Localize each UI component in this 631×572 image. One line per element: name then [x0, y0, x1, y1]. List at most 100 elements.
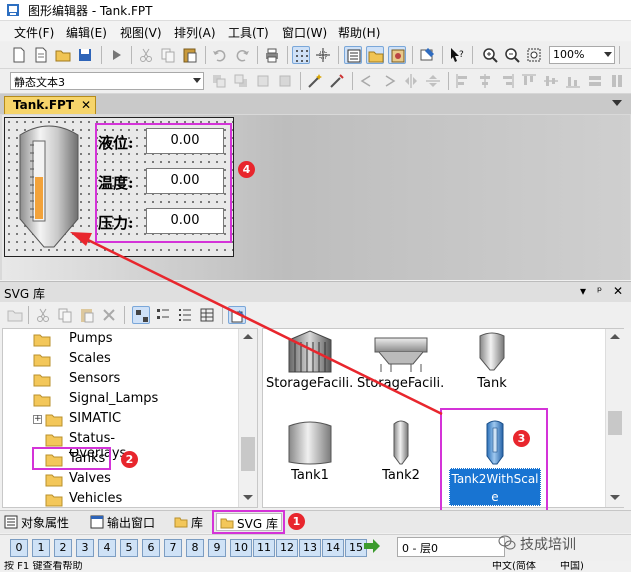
tab-library[interactable]: 库 [174, 513, 214, 531]
align-left-button[interactable] [454, 72, 472, 90]
same-height-button[interactable] [608, 72, 626, 90]
library-item-storage-silo[interactable]: StorageFacili... [266, 330, 354, 391]
preview-toggle-button[interactable] [228, 306, 246, 324]
zoom-dropdown[interactable]: 100% [549, 46, 615, 64]
new-file-button[interactable] [10, 46, 28, 64]
wand-button[interactable] [306, 72, 324, 90]
wand2-button[interactable] [328, 72, 346, 90]
layer-button-2[interactable]: 2 [54, 539, 72, 557]
align-middle-button[interactable] [542, 72, 560, 90]
zoom-select-button[interactable] [525, 46, 543, 64]
layer-button-12[interactable]: 12 [276, 539, 298, 557]
menu-tools[interactable]: 工具(T) [228, 24, 269, 41]
menu-arrange[interactable]: 排列(A) [174, 24, 216, 41]
scroll-up-icon[interactable] [610, 334, 620, 339]
zoom-in-button[interactable] [481, 46, 499, 64]
menu-file[interactable]: 文件(F) [14, 24, 54, 41]
object-selector-dropdown[interactable]: 静态文本3 [10, 72, 204, 90]
align-top-button[interactable] [520, 72, 538, 90]
tab-output-window[interactable]: 输出窗口 [90, 513, 170, 531]
script-button[interactable] [418, 46, 436, 64]
layer-arrow-right-icon[interactable] [363, 538, 381, 554]
layer-button-0[interactable]: 0 [10, 539, 28, 557]
print-button[interactable] [263, 46, 281, 64]
undo-button[interactable] [211, 46, 229, 64]
scroll-down-icon[interactable] [243, 495, 253, 500]
new-doc-button[interactable] [32, 46, 50, 64]
tree-scrollbar[interactable] [238, 329, 257, 507]
layer-button-5[interactable]: 5 [120, 539, 138, 557]
library-view-button[interactable] [366, 46, 384, 64]
layer-button-6[interactable]: 6 [142, 539, 160, 557]
snap-button[interactable] [314, 46, 332, 64]
close-tab-icon[interactable]: ✕ [81, 98, 91, 112]
run-button[interactable] [107, 46, 125, 64]
cut-button[interactable] [137, 46, 155, 64]
backward-button[interactable] [276, 72, 294, 90]
rotate-right-button[interactable] [380, 72, 398, 90]
library-item-tank2[interactable]: Tank2 [357, 418, 445, 483]
lib-new-folder-button[interactable] [6, 306, 24, 324]
large-icons-view-button[interactable] [132, 306, 150, 324]
zoom-out-button[interactable] [503, 46, 521, 64]
grid-toggle-button[interactable] [292, 46, 310, 64]
object-view-button[interactable] [388, 46, 406, 64]
layer-button-11[interactable]: 11 [253, 539, 275, 557]
scroll-up-icon[interactable] [243, 334, 253, 339]
redo-button[interactable] [233, 46, 251, 64]
layer-button-4[interactable]: 4 [98, 539, 116, 557]
menu-edit[interactable]: 编辑(E) [66, 24, 107, 41]
pin-icon[interactable]: ᵖ [597, 284, 602, 298]
paste-button[interactable] [181, 46, 199, 64]
layer-button-7[interactable]: 7 [164, 539, 182, 557]
tree-scroll-thumb[interactable] [241, 437, 255, 471]
scroll-down-icon[interactable] [610, 495, 620, 500]
menu-help[interactable]: 帮助(H) [338, 24, 380, 41]
flip-h-button[interactable] [402, 72, 420, 90]
bring-front-button[interactable] [210, 72, 228, 90]
tab-list-dropdown-icon[interactable] [612, 100, 622, 106]
library-item-storage-hopper[interactable]: StorageFacili... [357, 330, 445, 391]
tab-object-properties[interactable]: 对象属性 [4, 513, 84, 531]
layer-button-9[interactable]: 9 [208, 539, 226, 557]
lib-cut-button[interactable] [34, 306, 52, 324]
align-center-button[interactable] [476, 72, 494, 90]
details-view-button[interactable] [198, 306, 216, 324]
menu-view[interactable]: 视图(V) [120, 24, 162, 41]
grid-scroll-thumb[interactable] [608, 411, 622, 435]
menu-window[interactable]: 窗口(W) [282, 24, 327, 41]
save-button[interactable] [76, 46, 94, 64]
layer-button-13[interactable]: 13 [299, 539, 321, 557]
small-icons-view-button[interactable] [154, 306, 172, 324]
copy-button[interactable] [159, 46, 177, 64]
rotate-left-button[interactable] [358, 72, 376, 90]
flip-v-button[interactable] [424, 72, 442, 90]
list-view-button[interactable] [176, 306, 194, 324]
align-bottom-button[interactable] [564, 72, 582, 90]
align-right-button[interactable] [498, 72, 516, 90]
close-panel-icon[interactable]: ✕ [613, 284, 623, 298]
grid-scrollbar[interactable] [605, 329, 624, 507]
properties-view-button[interactable] [344, 46, 362, 64]
lib-delete-button[interactable] [100, 306, 118, 324]
layer-button-1[interactable]: 1 [32, 539, 50, 557]
library-item-tank[interactable]: Tank [448, 330, 536, 391]
rotate-left-icon [360, 75, 371, 87]
whats-this-button[interactable]: ? [448, 46, 466, 64]
panel-menu-icon[interactable]: ▾ [580, 284, 586, 298]
tank-with-scale-graphic[interactable] [14, 119, 84, 254]
send-back-button[interactable] [232, 72, 250, 90]
layer-dropdown[interactable]: 0 - 层0 [397, 537, 505, 557]
same-width-button[interactable] [586, 72, 604, 90]
tab-tank-fpt[interactable]: Tank.FPT ✕ [4, 96, 96, 114]
open-button[interactable] [54, 46, 72, 64]
lib-paste-button[interactable] [78, 306, 96, 324]
layer-button-14[interactable]: 14 [322, 539, 344, 557]
expand-plus-icon[interactable]: + [33, 415, 42, 424]
layer-button-3[interactable]: 3 [76, 539, 94, 557]
layer-button-10[interactable]: 10 [230, 539, 252, 557]
library-item-tank1[interactable]: Tank1 [266, 418, 354, 483]
layer-button-8[interactable]: 8 [186, 539, 204, 557]
forward-button[interactable] [254, 72, 272, 90]
lib-copy-button[interactable] [56, 306, 74, 324]
